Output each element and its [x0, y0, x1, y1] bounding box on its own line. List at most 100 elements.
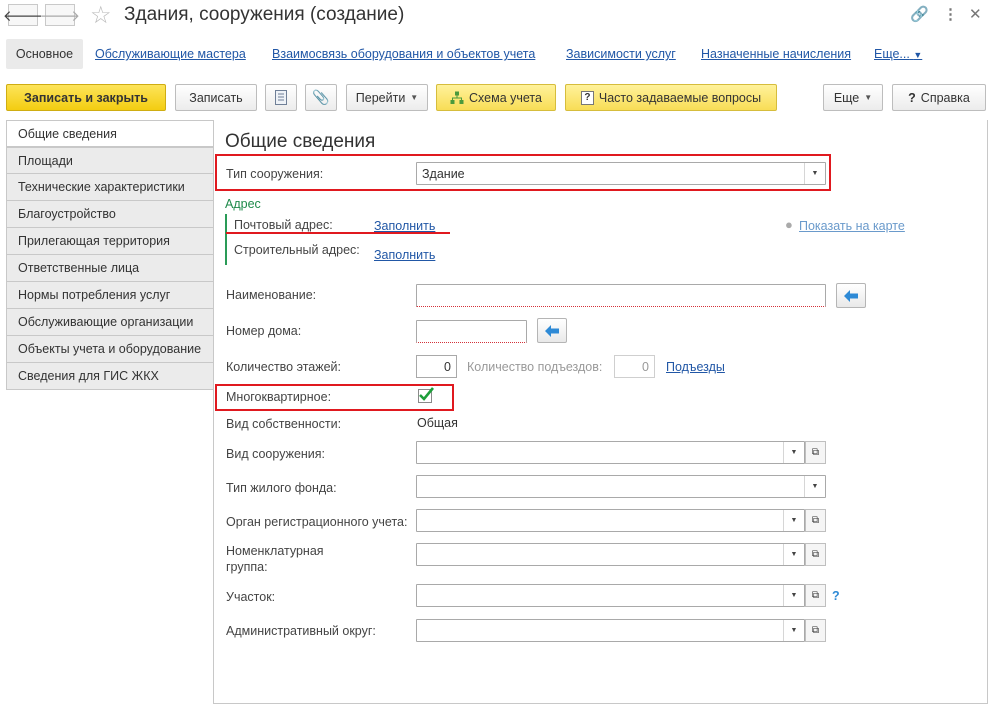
report-button[interactable] [265, 84, 297, 111]
nomenclature-group-label-line1: Номенклатурная [226, 544, 324, 558]
floors-label: Количество этажей: [226, 360, 342, 374]
open-structure-kind-button[interactable]: ⧉ [805, 441, 826, 464]
sidebar-item-responsible-persons[interactable]: Ответственные лица [6, 255, 214, 282]
tab-more[interactable]: Еще... ▼ [874, 47, 922, 61]
tab-equipment-relation[interactable]: Взаимосвязь оборудования и объектов учет… [272, 47, 535, 61]
sidebar-item-accounting-objects[interactable]: Объекты учета и оборудование [6, 336, 214, 363]
chevron-down-icon[interactable]: ▼ [783, 442, 804, 463]
open-window-icon: ⧉ [811, 515, 820, 526]
postal-address-fill-link[interactable]: Заполнить [374, 219, 435, 233]
question-icon: ? [908, 90, 916, 105]
admin-district-select[interactable]: ▼ [416, 619, 805, 642]
sidebar-item-consumption-norms[interactable]: Нормы потребления услуг [6, 282, 214, 309]
nomenclature-group-select[interactable]: ▼ [416, 543, 805, 566]
house-number-input[interactable] [416, 320, 527, 343]
sidebar-item-tech-specs[interactable]: Технические характеристики [6, 174, 214, 201]
floors-input[interactable]: 0 [416, 355, 457, 378]
structure-type-select[interactable]: Здание ▼ [416, 162, 826, 185]
multi-apartment-checkbox[interactable] [418, 387, 434, 403]
chevron-down-icon[interactable]: ▼ [783, 510, 804, 531]
tab-service-dependencies[interactable]: Зависимости услуг [566, 47, 676, 61]
content-panel [213, 120, 988, 704]
build-address-label: Строительный адрес: [234, 243, 360, 257]
plot-help-icon[interactable]: ? [832, 589, 840, 603]
tab-assigned-charges[interactable]: Назначенные начисления [701, 47, 851, 61]
document-list-icon [275, 90, 287, 105]
save-and-close-button[interactable]: Записать и закрыть [6, 84, 166, 111]
chevron-down-icon[interactable]: ▼ [783, 544, 804, 565]
open-nomenclature-group-button[interactable]: ⧉ [805, 543, 826, 566]
attach-button[interactable]: 📎 [305, 84, 337, 111]
more-menu-icon[interactable]: ⋮ [943, 5, 958, 23]
window-title: Здания, сооружения (создание) [124, 4, 405, 25]
accounting-scheme-button[interactable]: Схема учета [436, 84, 556, 111]
ownership-label: Вид собственности: [226, 417, 342, 431]
chevron-down-icon: ▼ [913, 50, 923, 60]
arrow-right-icon: 🡒 [39, 7, 81, 25]
show-on-map-link[interactable]: Показать на карте [799, 219, 905, 233]
open-registration-body-button[interactable]: ⧉ [805, 509, 826, 532]
build-address-fill-link[interactable]: Заполнить [374, 248, 435, 262]
sidebar-item-gis-zhkh[interactable]: Сведения для ГИС ЖКХ [6, 363, 214, 390]
question-doc-icon: ? [580, 90, 594, 105]
sidebar-item-areas[interactable]: Площади [6, 147, 214, 174]
housing-fund-select[interactable]: ▼ [416, 475, 826, 498]
plot-label: Участок: [226, 590, 276, 604]
entrances-input: 0 [614, 355, 655, 378]
sidebar-item-general[interactable]: Общие сведения [6, 120, 214, 147]
arrow-left-icon: 🡐 [2, 7, 44, 25]
name-label: Наименование: [226, 288, 317, 302]
registration-body-label: Орган регистрационного учета: [226, 515, 408, 529]
sidebar-item-adjacent-territory[interactable]: Прилегающая территория [6, 228, 214, 255]
open-plot-button[interactable]: ⧉ [805, 584, 826, 607]
more-button[interactable]: Еще ▼ [823, 84, 883, 111]
ownership-value: Общая [417, 416, 458, 430]
address-group-bar [225, 214, 227, 265]
help-button[interactable]: ? Справка [892, 84, 986, 111]
sidebar-item-improvement[interactable]: Благоустройство [6, 201, 214, 228]
copy-house-number-button[interactable] [537, 318, 567, 343]
arrow-left-fill-icon [844, 289, 858, 302]
tab-service-masters[interactable]: Обслуживающие мастера [95, 47, 246, 61]
chevron-down-icon[interactable]: ▼ [804, 163, 825, 184]
link-icon[interactable]: 🔗 [910, 5, 929, 23]
tab-main[interactable]: Основное [6, 39, 83, 69]
open-admin-district-button[interactable]: ⧉ [805, 619, 826, 642]
scheme-icon [450, 91, 464, 104]
chevron-down-icon[interactable]: ▼ [804, 476, 825, 497]
address-group-label: Адрес [225, 197, 261, 211]
housing-fund-label: Тип жилого фонда: [226, 481, 337, 495]
plot-select[interactable]: ▼ [416, 584, 805, 607]
faq-button[interactable]: ? Часто задаваемые вопросы [565, 84, 777, 111]
red-underline-annotation [226, 232, 450, 234]
chevron-down-icon: ▼ [864, 93, 873, 102]
open-window-icon: ⧉ [811, 447, 820, 458]
chevron-down-icon[interactable]: ▼ [783, 585, 804, 606]
copy-name-button[interactable] [836, 283, 866, 308]
forward-button[interactable]: 🡒 [40, 4, 80, 26]
nomenclature-group-label-line2: группа: [226, 560, 268, 574]
sidebar-item-service-orgs[interactable]: Обслуживающие организации [6, 309, 214, 336]
page-title: Общие сведения [225, 131, 376, 152]
entrances-link[interactable]: Подъезды [666, 360, 725, 374]
registration-body-select[interactable]: ▼ [416, 509, 805, 532]
arrow-left-fill-icon [545, 324, 559, 337]
save-button[interactable]: Записать [175, 84, 257, 111]
name-input[interactable] [416, 284, 826, 307]
chevron-down-icon[interactable]: ▼ [783, 620, 804, 641]
open-window-icon: ⧉ [811, 549, 820, 560]
chevron-down-icon: ▼ [410, 93, 419, 102]
close-icon[interactable]: ✕ [969, 5, 982, 23]
back-button[interactable]: 🡐 [3, 4, 43, 26]
open-window-icon: ⧉ [811, 625, 820, 636]
checkmark-icon [419, 387, 434, 401]
house-number-label: Номер дома: [226, 324, 302, 338]
multi-apartment-label: Многоквартирное: [226, 390, 332, 404]
structure-kind-select[interactable]: ▼ [416, 441, 805, 464]
admin-district-label: Административный округ: [226, 624, 376, 638]
structure-kind-label: Вид сооружения: [226, 447, 326, 461]
open-window-icon: ⧉ [811, 590, 820, 601]
structure-type-label: Тип сооружения: [226, 167, 324, 181]
favorite-star-icon[interactable]: ☆ [90, 1, 112, 30]
goto-button[interactable]: Перейти ▼ [346, 84, 428, 111]
